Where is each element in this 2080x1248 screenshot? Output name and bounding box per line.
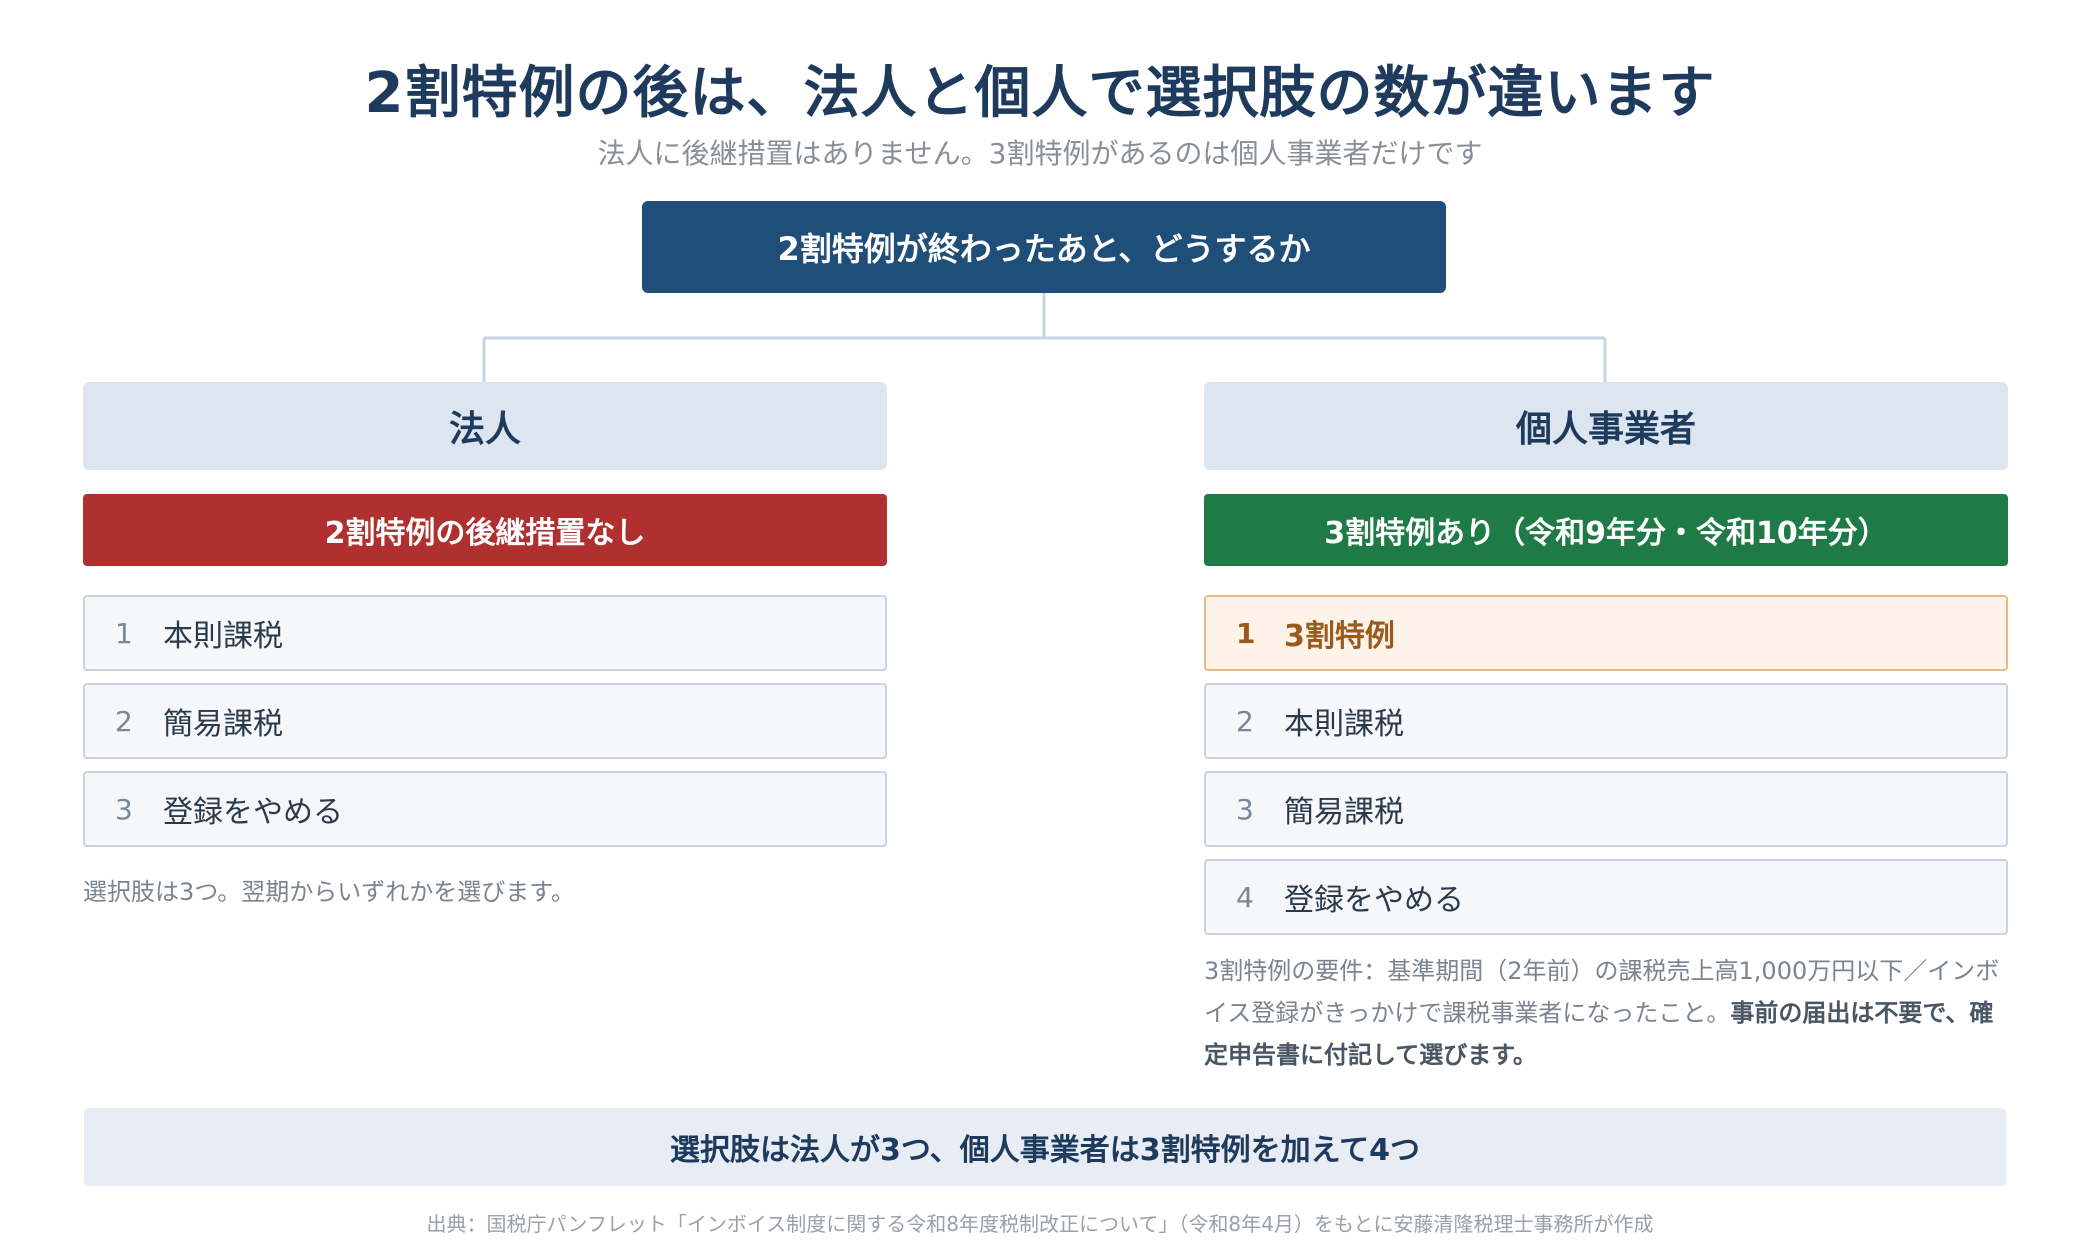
root-question-box: 2割特例が終わったあと、どうするか (642, 201, 1446, 293)
summary-banner: 選択肢は法人が3つ、個人事業者は3割特例を加えて4つ (84, 1108, 2006, 1186)
corporation-header: 法人 (83, 382, 887, 470)
option-number: 2 (115, 704, 133, 738)
option-label: 簡易課税 (163, 707, 283, 742)
sole-proprietor-option-2: 2 本則課税 (1204, 683, 2008, 759)
page-subtitle: 法人に後継措置はありません。3割特例があるのは個人事業者だけです (597, 137, 1483, 170)
corporation-option-2: 2 簡易課税 (83, 683, 887, 759)
option-number: 2 (1236, 704, 1254, 738)
sole-proprietor-note: 3割特例の要件：基準期間（2年前）の課税売上高1,000万円以下／インボイス登録… (1204, 950, 2014, 1076)
option-number: 3 (115, 792, 133, 826)
corporation-banner: 2割特例の後継措置なし (83, 494, 887, 566)
page-title: 2割特例の後は、法人と個人で選択肢の数が違います (364, 61, 1716, 126)
corporation-option-1: 1 本則課税 (83, 595, 887, 671)
corporation-option-3: 3 登録をやめる (83, 771, 887, 847)
connector-lines (482, 293, 1607, 382)
option-label: 簡易課税 (1284, 795, 1404, 830)
option-number: 1 (1236, 616, 1256, 650)
option-label: 本則課税 (163, 619, 283, 654)
option-label: 本則課税 (1284, 707, 1404, 742)
source-citation: 出典：国税庁パンフレット「インボイス制度に関する令和8年度税制改正について」（令… (426, 1212, 1654, 1236)
option-label: 登録をやめる (163, 795, 343, 830)
option-number: 3 (1236, 792, 1254, 826)
option-number: 4 (1236, 880, 1254, 914)
sole-proprietor-banner: 3割特例あり（令和9年分・令和10年分） (1204, 494, 2008, 566)
option-number: 1 (115, 616, 133, 650)
sole-proprietor-option-3: 3 簡易課税 (1204, 771, 2008, 847)
sole-proprietor-header: 個人事業者 (1204, 382, 2008, 470)
option-label: 登録をやめる (1284, 883, 1464, 918)
corporation-note: 選択肢は3つ。翌期からいずれかを選びます。 (83, 878, 575, 906)
sole-proprietor-option-4: 4 登録をやめる (1204, 859, 2008, 935)
option-label: 3割特例 (1284, 619, 1395, 654)
sole-proprietor-option-1: 1 3割特例 (1204, 595, 2008, 671)
